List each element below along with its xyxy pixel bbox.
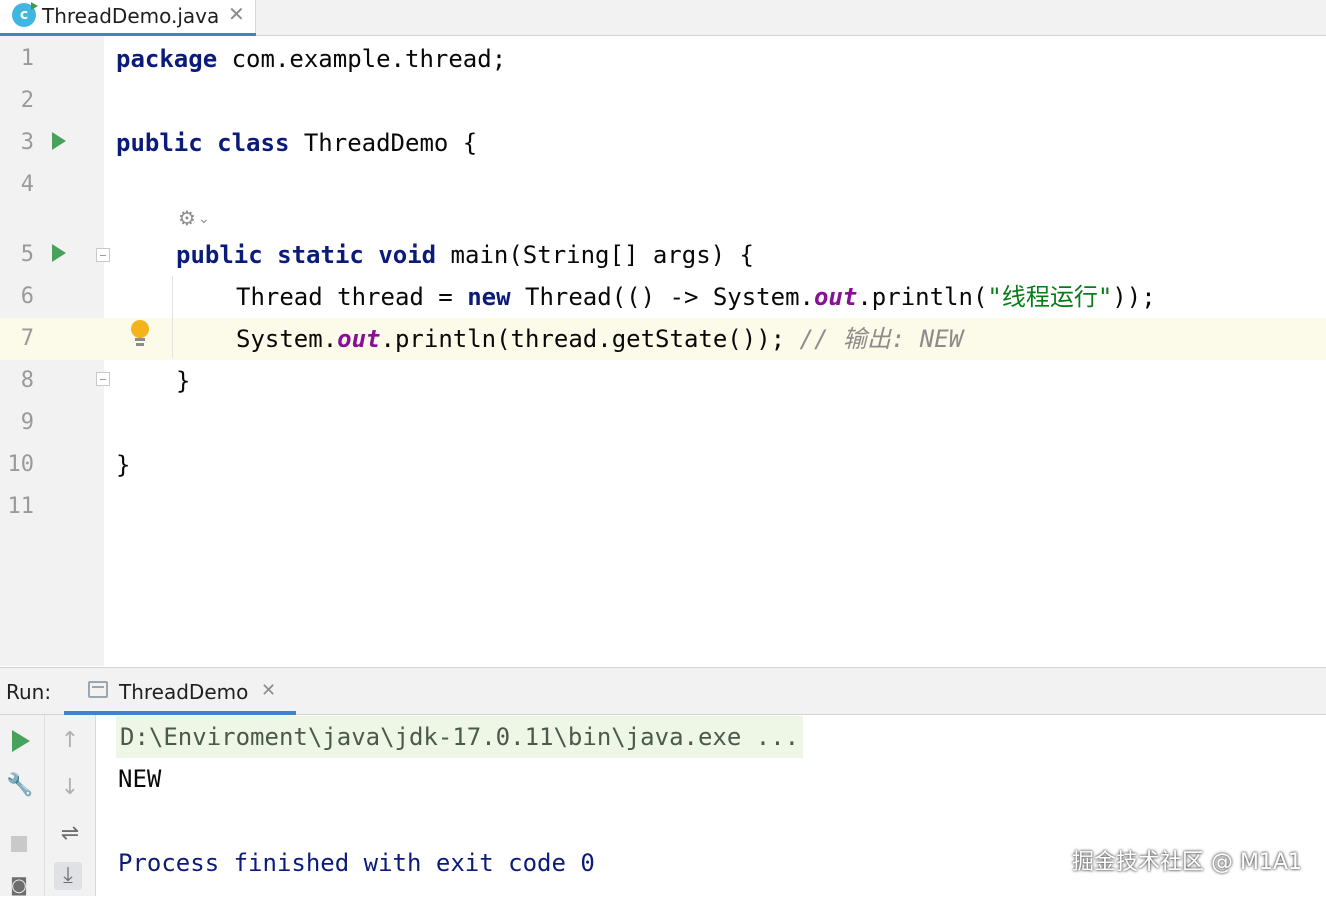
wrench-icon[interactable]: 🔧 <box>6 772 34 800</box>
run-tab-label: ThreadDemo <box>119 680 249 704</box>
watermark: 掘金技术社区 @ M1A1 <box>1071 850 1302 875</box>
line-number-current: 7 <box>20 326 34 351</box>
console-icon <box>88 681 108 698</box>
run-panel-title: Run: <box>6 680 52 704</box>
lightbulb-icon[interactable] <box>130 320 150 348</box>
code-line-8[interactable]: } <box>176 360 190 402</box>
rerun-icon[interactable] <box>8 727 36 755</box>
line-number: 2 <box>20 88 34 113</box>
editor-tab-threaddemo[interactable]: c ThreadDemo.java ✕ <box>0 0 256 37</box>
arrow-up-icon[interactable]: ↑ <box>56 727 84 755</box>
run-main-gutter-icon[interactable] <box>52 244 66 262</box>
console-output-line: NEW <box>118 765 162 793</box>
code-line-6[interactable]: Thread thread = new Thread(() -> System.… <box>236 276 1156 318</box>
fold-end-icon[interactable] <box>96 372 110 386</box>
java-class-icon: c <box>12 2 38 27</box>
editor-tab-bar: c ThreadDemo.java ✕ <box>0 0 1326 37</box>
line-number: 8 <box>20 368 34 393</box>
code-line-10[interactable]: } <box>116 444 130 486</box>
code-line-7[interactable]: System.out.println(thread.getState()); /… <box>236 318 963 360</box>
indent-guide <box>172 276 173 358</box>
console-exit-line: Process finished with exit code 0 <box>118 849 595 877</box>
line-number: 11 <box>7 494 35 519</box>
ai-assistant-icon[interactable]: ⚙ ⌄ <box>178 206 210 230</box>
line-number: 10 <box>7 452 35 477</box>
line-number: 9 <box>20 410 34 435</box>
line-number: 5 <box>20 242 34 267</box>
code-line-5[interactable]: public static void main(String[] args) { <box>176 234 754 276</box>
close-icon[interactable]: ✕ <box>261 680 276 701</box>
run-tab-threaddemo[interactable]: ThreadDemo ✕ <box>64 668 296 715</box>
editor-tab-label: ThreadDemo.java <box>42 4 220 28</box>
soft-wrap-icon[interactable]: ⇌ <box>56 820 84 848</box>
line-number: 6 <box>20 284 34 309</box>
run-class-gutter-icon[interactable] <box>52 132 66 150</box>
fold-collapse-icon[interactable] <box>96 248 110 262</box>
chevron-down-icon[interactable]: ⌄ <box>198 211 210 227</box>
scroll-to-end-icon[interactable]: ⤓ <box>54 862 82 890</box>
stop-icon[interactable] <box>5 830 33 858</box>
code-line-1[interactable]: package com.example.thread; <box>116 38 506 80</box>
arrow-down-icon[interactable]: ↓ <box>56 774 84 802</box>
run-panel-header: Run: ThreadDemo ✕ <box>0 667 1326 715</box>
line-number: 4 <box>20 172 34 197</box>
console-command-line[interactable]: D:\Enviroment\java\jdk-17.0.11\bin\java.… <box>116 716 804 758</box>
close-icon[interactable]: ✕ <box>228 2 245 26</box>
line-number: 1 <box>20 46 34 71</box>
code-line-3[interactable]: public class ThreadDemo { <box>116 122 477 164</box>
line-number: 3 <box>20 130 34 155</box>
